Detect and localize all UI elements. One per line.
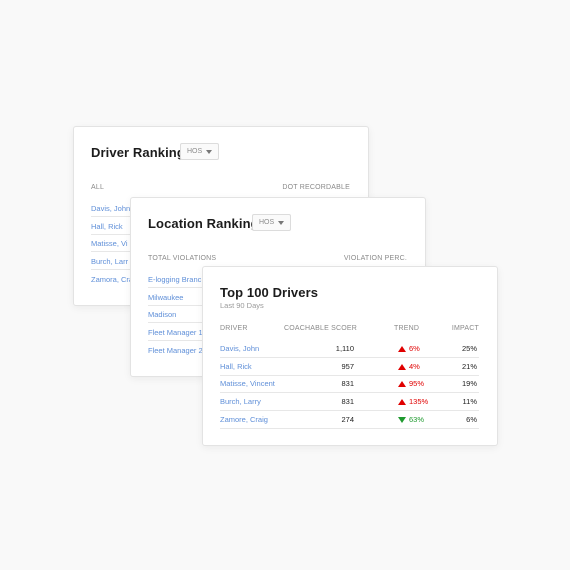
top-drivers-col-score[interactable]: COACHABLE SCOER (284, 325, 357, 332)
top-drivers-driver-link[interactable]: Burch, Larry (220, 397, 261, 406)
row-divider (220, 375, 479, 376)
location-ranking-row-link[interactable]: Fleet Manager 2 (148, 346, 203, 355)
driver-ranking-row-link[interactable]: Matisse, Vi (91, 239, 128, 248)
trend-percent: 63% (409, 415, 425, 424)
trend-percent: 4% (409, 362, 420, 371)
location-ranking-filter-value: HOS (259, 219, 275, 226)
row-divider (220, 392, 479, 393)
location-ranking-row-link[interactable]: Madison (148, 310, 176, 319)
impact-value: 19% (461, 379, 477, 388)
trend-down-icon (398, 416, 406, 423)
row-divider (220, 410, 479, 411)
top-drivers-driver-link[interactable]: Zamore, Craig (220, 415, 268, 424)
location-ranking-col-perc[interactable]: VIOLATION PERC. (344, 255, 407, 262)
trend-up-icon (398, 380, 406, 387)
trend-percent: 95% (409, 379, 425, 388)
location-ranking-col-total[interactable]: TOTAL VIOLATIONS (148, 255, 216, 262)
top-drivers-driver-link[interactable]: Davis, John (220, 344, 259, 353)
top-drivers-col-trend[interactable]: TREND (394, 325, 419, 332)
top-drivers-subtitle: Last 90 Days (220, 301, 264, 310)
trend-value: 63% (398, 415, 424, 424)
driver-ranking-row-link[interactable]: Davis, John (91, 204, 130, 213)
location-ranking-row-link[interactable]: Fleet Manager 1 (148, 328, 203, 337)
driver-ranking-filter-value: HOS (187, 148, 203, 155)
impact-value: 21% (461, 362, 477, 371)
trend-value: 4% (398, 362, 420, 371)
location-ranking-filter-dropdown[interactable]: HOS (252, 214, 292, 231)
coachable-score: 957 (341, 362, 354, 371)
top-drivers-card: Top 100 Drivers Last 90 Days DRIVER COAC… (202, 266, 498, 446)
coachable-score: 274 (341, 415, 354, 424)
trend-percent: 135% (409, 397, 429, 406)
location-ranking-row-link[interactable]: E-logging Branc (148, 275, 201, 284)
driver-ranking-row-link[interactable]: Hall, Rick (91, 222, 123, 231)
driver-ranking-col-dot[interactable]: DOT RECORDABLE (282, 184, 350, 191)
trend-value: 6% (398, 344, 420, 353)
driver-ranking-title: Driver Ranking (91, 145, 185, 160)
driver-ranking-row-link[interactable]: Burch, Larr (91, 257, 128, 266)
driver-ranking-row-link[interactable]: Zamora, Cra (91, 275, 133, 284)
location-ranking-row-link[interactable]: Milwaukee (148, 293, 183, 302)
coachable-score: 831 (341, 397, 354, 406)
trend-percent: 6% (409, 344, 420, 353)
impact-value: 11% (462, 397, 477, 406)
driver-ranking-col-all[interactable]: ALL (91, 184, 104, 191)
top-drivers-driver-link[interactable]: Hall, Rick (220, 362, 252, 371)
chevron-down-icon (206, 149, 213, 154)
trend-up-icon (398, 363, 406, 370)
trend-up-icon (398, 345, 406, 352)
trend-up-icon (398, 398, 406, 405)
row-divider (220, 357, 479, 358)
coachable-score: 831 (341, 379, 354, 388)
coachable-score: 1,110 (335, 344, 354, 353)
location-ranking-title: Location Ranking (148, 216, 259, 231)
trend-value: 95% (398, 379, 424, 388)
impact-value: 6% (466, 415, 477, 424)
top-drivers-driver-link[interactable]: Matisse, Vincent (220, 379, 275, 388)
impact-value: 25% (461, 344, 477, 353)
top-drivers-title: Top 100 Drivers (220, 285, 319, 300)
row-divider (220, 428, 479, 429)
driver-ranking-filter-dropdown[interactable]: HOS (180, 143, 220, 160)
chevron-down-icon (278, 220, 285, 225)
top-drivers-col-driver[interactable]: DRIVER (220, 325, 248, 332)
trend-value: 135% (398, 397, 428, 406)
top-drivers-col-impact[interactable]: IMPACT (452, 325, 479, 332)
